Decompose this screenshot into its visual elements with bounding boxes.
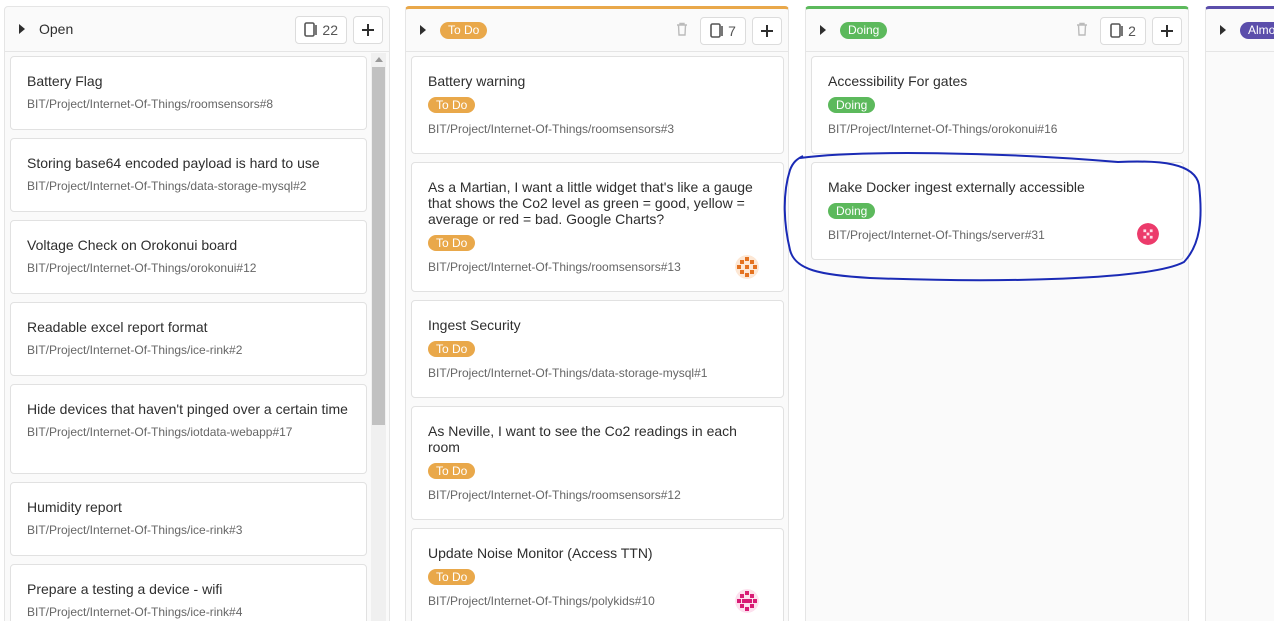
issue-card[interactable]: Voltage Check on Orokonui board BIT/Proj…	[10, 220, 367, 294]
card-reference[interactable]: BIT/Project/Internet-Of-Things/roomsenso…	[27, 97, 350, 111]
label-badge[interactable]: Doing	[828, 203, 876, 219]
card-reference[interactable]: BIT/Project/Internet-Of-Things/ice-rink#…	[27, 605, 350, 619]
column-header-doing: Doing 2	[806, 9, 1188, 52]
issue-count: 22	[295, 16, 347, 44]
issue-card[interactable]: Accessibility For gates Doing BIT/Projec…	[811, 56, 1184, 154]
card-reference[interactable]: BIT/Project/Internet-Of-Things/roomsenso…	[428, 488, 767, 502]
caret-right-icon[interactable]	[19, 24, 25, 34]
column-doing: Doing 2 Accessibility For gates Doing BI…	[805, 6, 1189, 621]
issue-card[interactable]: Ingest Security To Do BIT/Project/Intern…	[411, 300, 784, 398]
card-title: Update Noise Monitor (Access TTN)	[428, 545, 653, 561]
add-issue-button[interactable]	[752, 17, 782, 45]
avatar[interactable]	[1137, 223, 1159, 245]
card-reference[interactable]: BIT/Project/Internet-Of-Things/orokonui#…	[27, 261, 350, 275]
issues-icon	[304, 22, 318, 37]
issue-card[interactable]: As a Martian, I want a little widget tha…	[411, 162, 784, 292]
issues-icon	[710, 23, 723, 38]
card-reference[interactable]: BIT/Project/Internet-Of-Things/ice-rink#…	[27, 523, 350, 537]
card-title: As Neville, I want to see the Co2 readin…	[428, 423, 737, 455]
card-title: Readable excel report format	[27, 319, 208, 335]
issue-card[interactable]: Battery warning To Do BIT/Project/Intern…	[411, 56, 784, 154]
plus-icon	[362, 24, 374, 36]
card-title: Prepare a testing a device - wifi	[27, 581, 223, 597]
caret-right-icon[interactable]	[420, 25, 426, 35]
column-open: Open 22 Battery Flag BIT/Project/Interne…	[4, 6, 390, 621]
card-title: Storing base64 encoded payload is hard t…	[27, 155, 320, 171]
issue-count: 7	[700, 17, 746, 45]
trash-icon[interactable]	[1076, 22, 1092, 40]
column-header-almost: Almo	[1206, 9, 1274, 52]
card-reference[interactable]: BIT/Project/Internet-Of-Things/data-stor…	[428, 366, 767, 380]
card-reference[interactable]: BIT/Project/Internet-Of-Things/ice-rink#…	[27, 343, 350, 357]
card-title: Ingest Security	[428, 317, 521, 333]
label-badge[interactable]: Doing	[828, 97, 876, 113]
card-title: Battery Flag	[27, 73, 103, 89]
issue-card[interactable]: As Neville, I want to see the Co2 readin…	[411, 406, 784, 520]
column-title: Open	[39, 21, 74, 37]
card-title: As a Martian, I want a little widget tha…	[428, 179, 753, 227]
scrollbar[interactable]	[371, 53, 386, 621]
add-issue-button[interactable]	[353, 16, 383, 44]
caret-right-icon[interactable]	[1220, 25, 1226, 35]
card-reference[interactable]: BIT/Project/Internet-Of-Things/server#31	[828, 228, 1167, 242]
card-reference[interactable]: BIT/Project/Internet-Of-Things/roomsenso…	[428, 260, 767, 274]
column-label-badge[interactable]: To Do	[440, 21, 488, 39]
card-reference[interactable]: BIT/Project/Internet-Of-Things/polykids#…	[428, 594, 767, 608]
column-todo: To Do 7 Battery warning To Do BIT/Projec…	[405, 6, 789, 621]
issue-card[interactable]: Prepare a testing a device - wifi BIT/Pr…	[10, 564, 367, 621]
issues-icon	[1110, 23, 1123, 38]
issue-card[interactable]: Hide devices that haven't pinged over a …	[10, 384, 367, 474]
issue-card[interactable]: Make Docker ingest externally accessible…	[811, 162, 1184, 260]
issue-card[interactable]: Battery Flag BIT/Project/Internet-Of-Thi…	[10, 56, 367, 130]
column-label-badge[interactable]: Doing	[840, 21, 888, 39]
label-badge[interactable]: To Do	[428, 341, 476, 357]
card-title: Make Docker ingest externally accessible	[828, 179, 1085, 195]
column-label-badge[interactable]: Almo	[1240, 21, 1274, 39]
issue-card[interactable]: Readable excel report format BIT/Project…	[10, 302, 367, 376]
avatar[interactable]	[735, 255, 759, 279]
avatar[interactable]	[735, 589, 759, 613]
column-header-open: Open 22	[5, 7, 389, 52]
card-title: Hide devices that haven't pinged over a …	[27, 401, 348, 417]
label-badge[interactable]: To Do	[428, 235, 476, 251]
caret-right-icon[interactable]	[820, 25, 826, 35]
label-badge[interactable]: To Do	[428, 569, 476, 585]
issue-card[interactable]: Humidity report BIT/Project/Internet-Of-…	[10, 482, 367, 556]
card-title: Voltage Check on Orokonui board	[27, 237, 238, 253]
card-reference[interactable]: BIT/Project/Internet-Of-Things/iotdata-w…	[27, 425, 350, 439]
card-reference[interactable]: BIT/Project/Internet-Of-Things/orokonui#…	[828, 122, 1167, 136]
card-title: Battery warning	[428, 73, 526, 89]
board: Open 22 Battery Flag BIT/Project/Interne…	[0, 0, 1274, 621]
issue-count: 2	[1100, 17, 1146, 45]
plus-icon	[1161, 25, 1173, 37]
scrollbar-thumb[interactable]	[372, 67, 385, 425]
label-badge[interactable]: To Do	[428, 463, 476, 479]
add-issue-button[interactable]	[1152, 17, 1182, 45]
card-title: Accessibility For gates	[828, 73, 968, 89]
column-almost: Almo	[1205, 6, 1274, 621]
scroll-up-arrow-icon[interactable]	[375, 57, 383, 62]
issue-card[interactable]: Update Noise Monitor (Access TTN) To Do …	[411, 528, 784, 621]
card-reference[interactable]: BIT/Project/Internet-Of-Things/data-stor…	[27, 179, 350, 193]
label-badge[interactable]: To Do	[428, 97, 476, 113]
plus-icon	[761, 25, 773, 37]
card-reference[interactable]: BIT/Project/Internet-Of-Things/roomsenso…	[428, 122, 767, 136]
card-title: Humidity report	[27, 499, 122, 515]
column-header-todo: To Do 7	[406, 9, 788, 52]
trash-icon[interactable]	[676, 22, 692, 40]
issue-card[interactable]: Storing base64 encoded payload is hard t…	[10, 138, 367, 212]
